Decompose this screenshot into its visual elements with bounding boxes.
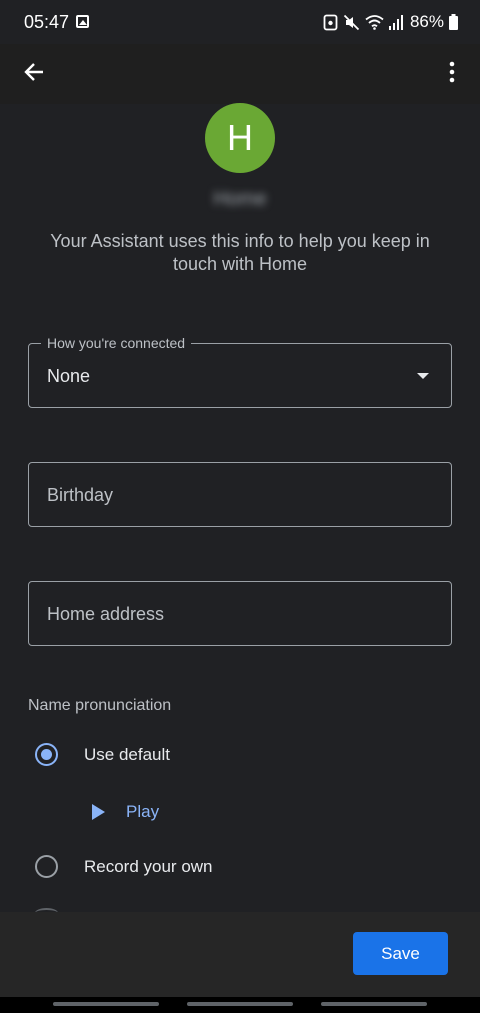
name-pronunciation-title: Name pronunciation	[28, 697, 172, 714]
system-nav-bar	[0, 997, 480, 1013]
status-bar: 05:47 86%	[0, 0, 480, 44]
recents-nav-button[interactable]	[53, 1002, 159, 1006]
status-icons: 86%	[323, 11, 458, 33]
contact-name: Home	[213, 188, 267, 210]
back-nav-button[interactable]	[321, 1002, 427, 1006]
more-vert-icon	[449, 61, 455, 88]
wifi-icon	[365, 14, 384, 30]
dropdown-arrow-icon	[417, 373, 429, 379]
home-nav-button[interactable]	[187, 1002, 293, 1006]
battery-percent: 86%	[409, 12, 444, 31]
connection-dropdown[interactable]: How you're connected None	[28, 335, 452, 408]
app-bar	[0, 44, 480, 104]
play-label: Play	[126, 802, 160, 821]
mute-icon	[343, 14, 360, 31]
avatar[interactable]: H	[205, 103, 275, 173]
more-options-button[interactable]	[432, 54, 472, 94]
home-address-placeholder: Home address	[47, 604, 165, 624]
connection-label: How you're connected	[41, 335, 192, 351]
use-default-label[interactable]: Use default	[84, 745, 170, 765]
birthday-field[interactable]: Birthday	[28, 462, 452, 527]
save-button[interactable]: Save	[353, 932, 448, 975]
battery-icon	[449, 14, 458, 30]
bottom-action-bar: Save	[0, 912, 480, 997]
play-button[interactable]: Play	[92, 800, 159, 824]
record-your-own-label[interactable]: Record your own	[84, 857, 213, 877]
arrow-back-icon	[23, 61, 45, 88]
helper-text: Your Assistant uses this info to help yo…	[50, 231, 430, 274]
lock-icon	[323, 14, 338, 31]
use-default-radio[interactable]	[35, 743, 58, 766]
record-your-own-radio[interactable]	[35, 855, 58, 878]
birthday-placeholder: Birthday	[47, 485, 114, 505]
play-icon	[92, 804, 105, 820]
signal-icon	[388, 14, 403, 30]
connection-value: None	[47, 366, 91, 386]
gallery-icon	[76, 15, 89, 28]
home-address-field[interactable]: Home address	[28, 581, 452, 646]
back-button[interactable]	[14, 54, 54, 94]
status-time: 05:47	[24, 12, 70, 32]
contact-edit-screen: 05:47 86% H Home Your Assistant uses thi…	[0, 0, 480, 1013]
